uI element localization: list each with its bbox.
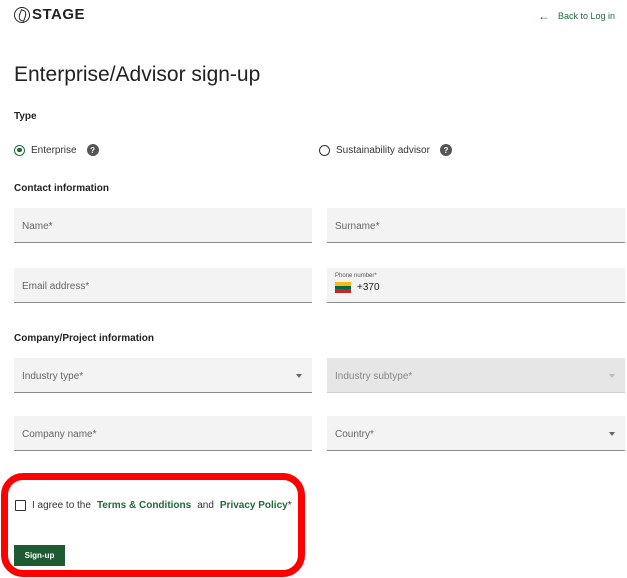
company-name-field[interactable]: Company name* [14, 416, 312, 451]
lithuania-flag-icon[interactable] [335, 282, 351, 294]
agreement-checkbox[interactable] [15, 500, 26, 511]
name-field[interactable]: Name* [14, 208, 312, 243]
back-to-login-label: Back to Log in [557, 11, 615, 21]
industry-type-select[interactable]: Industry type* [14, 358, 312, 393]
industry-subtype-placeholder: Industry subtype* [335, 371, 413, 382]
agreement-prefix: I agree to the [32, 500, 91, 511]
surname-field[interactable]: Surname* [327, 208, 625, 243]
phone-code: +370 [357, 282, 380, 293]
logo: STAGE [14, 6, 85, 23]
page-title: Enterprise/Advisor sign-up [14, 63, 261, 86]
phone-field[interactable]: Phone number* +370 [327, 268, 625, 303]
caret-down-icon [296, 374, 302, 378]
phone-value: +370 [335, 282, 380, 294]
surname-placeholder: Surname* [335, 221, 380, 232]
caret-down-icon [609, 374, 615, 378]
sign-up-button[interactable]: Sign-up [14, 545, 65, 566]
radio-sustainability-advisor-label: Sustainability advisor [336, 144, 430, 156]
privacy-link[interactable]: Privacy Policy [220, 500, 288, 511]
leaf-logo-icon [14, 6, 30, 23]
arrow-left-icon: ← [537, 9, 550, 23]
country-placeholder: Country* [335, 429, 374, 440]
caret-down-icon [609, 432, 615, 436]
terms-link[interactable]: Terms & Conditions [97, 500, 191, 511]
radio-sustainability-advisor[interactable]: Sustainability advisor ? [319, 144, 452, 156]
help-icon[interactable]: ? [439, 144, 452, 156]
country-select[interactable]: Country* [327, 416, 625, 451]
company-name-placeholder: Company name* [22, 429, 97, 440]
type-section-label: Type [14, 111, 37, 122]
contact-section-label: Contact information [14, 183, 109, 194]
phone-label: Phone number* [335, 273, 377, 279]
company-section-label: Company/Project information [14, 333, 155, 344]
agreement-row: I agree to the Terms & Conditions and Pr… [15, 500, 292, 511]
industry-subtype-select: Industry subtype* [327, 358, 625, 393]
radio-enterprise[interactable]: Enterprise ? [14, 144, 99, 156]
logo-text: STAGE [32, 6, 86, 23]
email-field[interactable]: Email address* [14, 268, 312, 303]
radio-unchecked-icon[interactable] [319, 144, 330, 156]
required-asterisk: * [287, 500, 292, 511]
email-placeholder: Email address* [22, 281, 90, 292]
header: STAGE ← Back to Log in [14, 6, 615, 28]
agreement-and: and [197, 500, 214, 511]
name-placeholder: Name* [22, 221, 53, 232]
radio-enterprise-label: Enterprise [31, 144, 77, 156]
radio-checked-icon[interactable] [14, 144, 25, 156]
industry-type-placeholder: Industry type* [22, 371, 84, 382]
help-icon[interactable]: ? [86, 144, 99, 156]
back-to-login-link[interactable]: ← Back to Log in [537, 9, 615, 23]
